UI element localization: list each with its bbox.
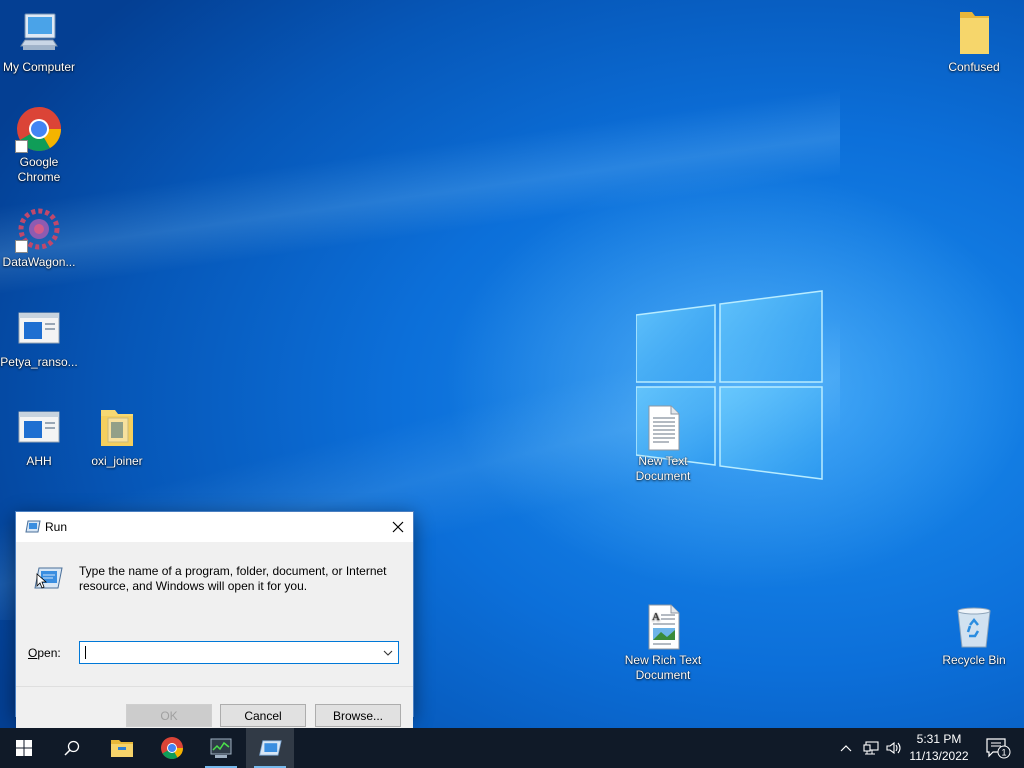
clock-time: 5:31 PM xyxy=(916,732,962,746)
desktop-icon-datawagon[interactable]: DataWagon... xyxy=(0,205,78,270)
close-button[interactable] xyxy=(383,512,413,542)
desktop-icon-label: DataWagon... xyxy=(2,255,76,269)
start-icon xyxy=(16,740,32,756)
desktop-icon-oxi-joiner[interactable]: oxi_joiner xyxy=(78,404,156,469)
shortcut-arrow-icon xyxy=(15,240,28,253)
start-button[interactable] xyxy=(0,728,48,768)
browse-button[interactable]: Browse... xyxy=(315,704,401,727)
run-icon xyxy=(25,520,41,533)
open-input[interactable] xyxy=(80,642,376,663)
file-explorer-icon xyxy=(111,740,133,757)
executable-icon xyxy=(15,305,63,353)
computer-icon xyxy=(15,10,63,58)
notification-icon: 1 xyxy=(986,738,1011,759)
desktop-icon-recycle-bin[interactable]: Recycle Bin xyxy=(935,603,1013,668)
run-icon xyxy=(259,740,282,756)
desktop-icon-label: My Computer xyxy=(2,60,76,74)
desktop-icon-label: Google Chrome xyxy=(17,155,61,184)
notification-count: 1 xyxy=(1001,748,1006,758)
shortcut-arrow-icon xyxy=(15,140,28,153)
app-icon xyxy=(15,205,63,253)
chrome-icon xyxy=(161,737,183,759)
desktop-icon-label: Confused xyxy=(948,60,1000,74)
desktop-icon-label: oxi_joiner xyxy=(91,454,143,468)
desktop-icon-ahh[interactable]: AHH xyxy=(0,404,78,469)
folder-icon xyxy=(93,404,141,452)
desktop-icon-new-text-document[interactable]: New Text Document xyxy=(624,404,702,484)
executable-icon xyxy=(15,404,63,452)
chevron-up-icon xyxy=(840,745,852,752)
task-manager-icon xyxy=(210,738,232,758)
search-button[interactable] xyxy=(48,728,96,768)
dialog-body: Type the name of a program, folder, docu… xyxy=(16,542,413,746)
desktop-icon-new-rich-text-document[interactable]: A New Rich Text Document xyxy=(624,603,702,683)
desktop-icon-label: Petya_ranso... xyxy=(0,355,78,369)
svg-text:A: A xyxy=(652,611,660,623)
taskbar-task-manager[interactable] xyxy=(197,728,245,768)
text-caret xyxy=(85,646,86,659)
recycle-bin-icon xyxy=(950,603,998,651)
network-icon xyxy=(863,741,879,755)
close-icon xyxy=(392,521,404,533)
taskbar-chrome[interactable] xyxy=(148,728,196,768)
show-hidden-icons-button[interactable] xyxy=(836,728,856,768)
desktop-icon-my-computer[interactable]: My Computer xyxy=(0,10,78,75)
dialog-description: Type the name of a program, folder, docu… xyxy=(79,564,387,593)
cancel-button[interactable]: Cancel xyxy=(220,704,306,727)
open-label: Open: xyxy=(28,646,61,660)
clock-date: 11/13/2022 xyxy=(909,749,969,763)
rich-text-document-icon: A xyxy=(639,603,687,651)
dropdown-button[interactable] xyxy=(378,642,398,663)
chevron-down-icon xyxy=(383,650,393,656)
open-combobox[interactable] xyxy=(79,641,399,664)
network-button[interactable] xyxy=(860,728,882,768)
taskbar-file-explorer[interactable] xyxy=(98,728,146,768)
taskbar: 5:31 PM 11/13/2022 1 xyxy=(0,728,1024,768)
text-document-icon xyxy=(639,404,687,452)
desktop-icon-petya[interactable]: Petya_ranso... xyxy=(0,305,78,370)
desktop-icon-label: New Rich Text Document xyxy=(624,653,702,682)
desktop-icon-label: AHH xyxy=(26,454,52,468)
dialog-title: Run xyxy=(45,520,68,534)
run-icon xyxy=(34,567,63,589)
search-icon xyxy=(64,740,80,756)
action-center-button[interactable]: 1 xyxy=(978,728,1018,768)
folder-icon xyxy=(950,10,998,58)
desktop-icon-label: Recycle Bin xyxy=(942,653,1006,667)
taskbar-run[interactable] xyxy=(246,728,294,768)
title-bar[interactable]: Run xyxy=(16,512,413,542)
desktop-icon-confused[interactable]: Confused xyxy=(935,10,1013,75)
chrome-icon xyxy=(15,105,63,153)
run-dialog: Run Type the name of a program, folder, … xyxy=(15,511,414,746)
ok-button[interactable]: OK xyxy=(126,704,212,727)
clock[interactable]: 5:31 PM 11/13/2022 xyxy=(900,731,978,765)
desktop-icon-google-chrome[interactable]: Google Chrome xyxy=(0,105,78,185)
desktop-icon-label: New Text Document xyxy=(635,454,691,483)
